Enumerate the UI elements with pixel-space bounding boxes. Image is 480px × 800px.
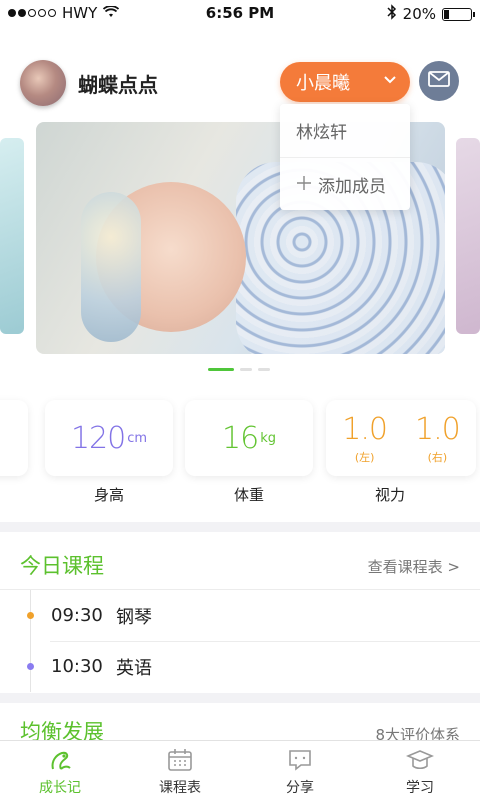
course-time: 10:30 — [51, 656, 103, 677]
dropdown-item-member[interactable]: 林炫轩 — [280, 104, 410, 157]
dropdown-item-label: 添加成员 — [318, 176, 386, 197]
vision-left-side: (左) — [354, 450, 375, 464]
graduation-cap-icon — [406, 747, 434, 773]
page-dot — [258, 368, 270, 371]
tab-label: 学习 — [406, 780, 434, 796]
page-dot — [240, 368, 252, 371]
bluetooth-icon — [387, 4, 397, 24]
today-courses-title: 今日课程 — [20, 554, 104, 578]
envelope-icon — [428, 71, 450, 91]
dropdown-item-label: 林炫轩 — [296, 123, 347, 143]
chat-bubble-icon — [286, 747, 314, 773]
tab-study[interactable]: 学习 — [360, 741, 480, 800]
tab-label: 成长记 — [39, 780, 81, 796]
weight-unit: kg — [260, 430, 276, 446]
section-divider — [0, 693, 480, 703]
app-screen: HWY 6:56 PM 20% 蝴蝶点点 小晨曦 林炫轩 添加成员 120 cm… — [0, 0, 480, 800]
height-unit: cm — [127, 430, 148, 446]
battery-percent: 20% — [402, 5, 436, 23]
member-select-label: 小晨曦 — [296, 73, 350, 94]
vision-right: 1.0 (右) — [415, 411, 461, 465]
tab-label: 课程表 — [159, 780, 201, 796]
tab-bar: 成长记 课程表 分享 学习 — [0, 740, 480, 800]
vision-card[interactable]: 1.0 (左) 1.0 (右) — [326, 400, 476, 476]
vision-right-side: (右) — [427, 450, 448, 464]
tab-share[interactable]: 分享 — [240, 741, 360, 800]
course-time: 09:30 — [51, 605, 103, 626]
tab-schedule[interactable]: 课程表 — [120, 741, 240, 800]
avatar[interactable] — [20, 60, 66, 106]
carousel-page-indicator — [208, 368, 270, 371]
height-value: 120 — [70, 420, 126, 456]
dropdown-item-add-member[interactable]: 添加成员 — [280, 157, 410, 210]
vision-label: 视力 — [374, 486, 405, 504]
course-row[interactable]: 09:30 钢琴 — [0, 590, 480, 641]
timeline-dot — [27, 663, 34, 670]
page-dot-active — [208, 368, 234, 371]
calendar-icon — [166, 747, 194, 773]
tab-growth[interactable]: 成长记 — [0, 741, 120, 800]
height-label: 身高 — [93, 486, 124, 504]
height-card[interactable]: 120 cm — [45, 400, 173, 476]
battery-icon — [442, 7, 475, 21]
course-name: 英语 — [116, 657, 152, 679]
carousel-next-photo[interactable] — [456, 138, 480, 334]
timeline-dot — [27, 612, 34, 619]
profile[interactable]: 蝴蝶点点 — [20, 60, 158, 106]
status-bar: HWY 6:56 PM 20% — [0, 0, 480, 28]
view-schedule-link[interactable]: 查看课程表 > — [368, 556, 460, 577]
vision-right-value: 1.0 — [415, 411, 461, 447]
vision-left: 1.0 (左) — [342, 411, 388, 465]
vision-left-value: 1.0 — [342, 411, 388, 447]
weight-value: 16 — [222, 420, 259, 456]
photo-detail — [81, 192, 141, 342]
course-row[interactable]: 10:30 英语 — [0, 641, 480, 692]
member-select[interactable]: 小晨曦 — [280, 62, 410, 102]
plus-icon — [296, 172, 312, 196]
weight-card[interactable]: 16 kg — [185, 400, 313, 476]
weight-label: 体重 — [233, 486, 264, 504]
carousel-prev-photo[interactable] — [0, 138, 24, 334]
member-dropdown: 林炫轩 添加成员 — [280, 104, 410, 210]
section-divider — [0, 522, 480, 532]
tab-label: 分享 — [286, 780, 314, 796]
profile-name: 蝴蝶点点 — [78, 72, 158, 97]
status-right: 20% — [387, 4, 475, 24]
growth-icon — [46, 747, 74, 773]
course-name: 钢琴 — [116, 606, 152, 628]
chevron-down-icon — [384, 72, 396, 88]
metric-card-partial — [0, 400, 28, 476]
mail-button[interactable] — [419, 61, 459, 101]
